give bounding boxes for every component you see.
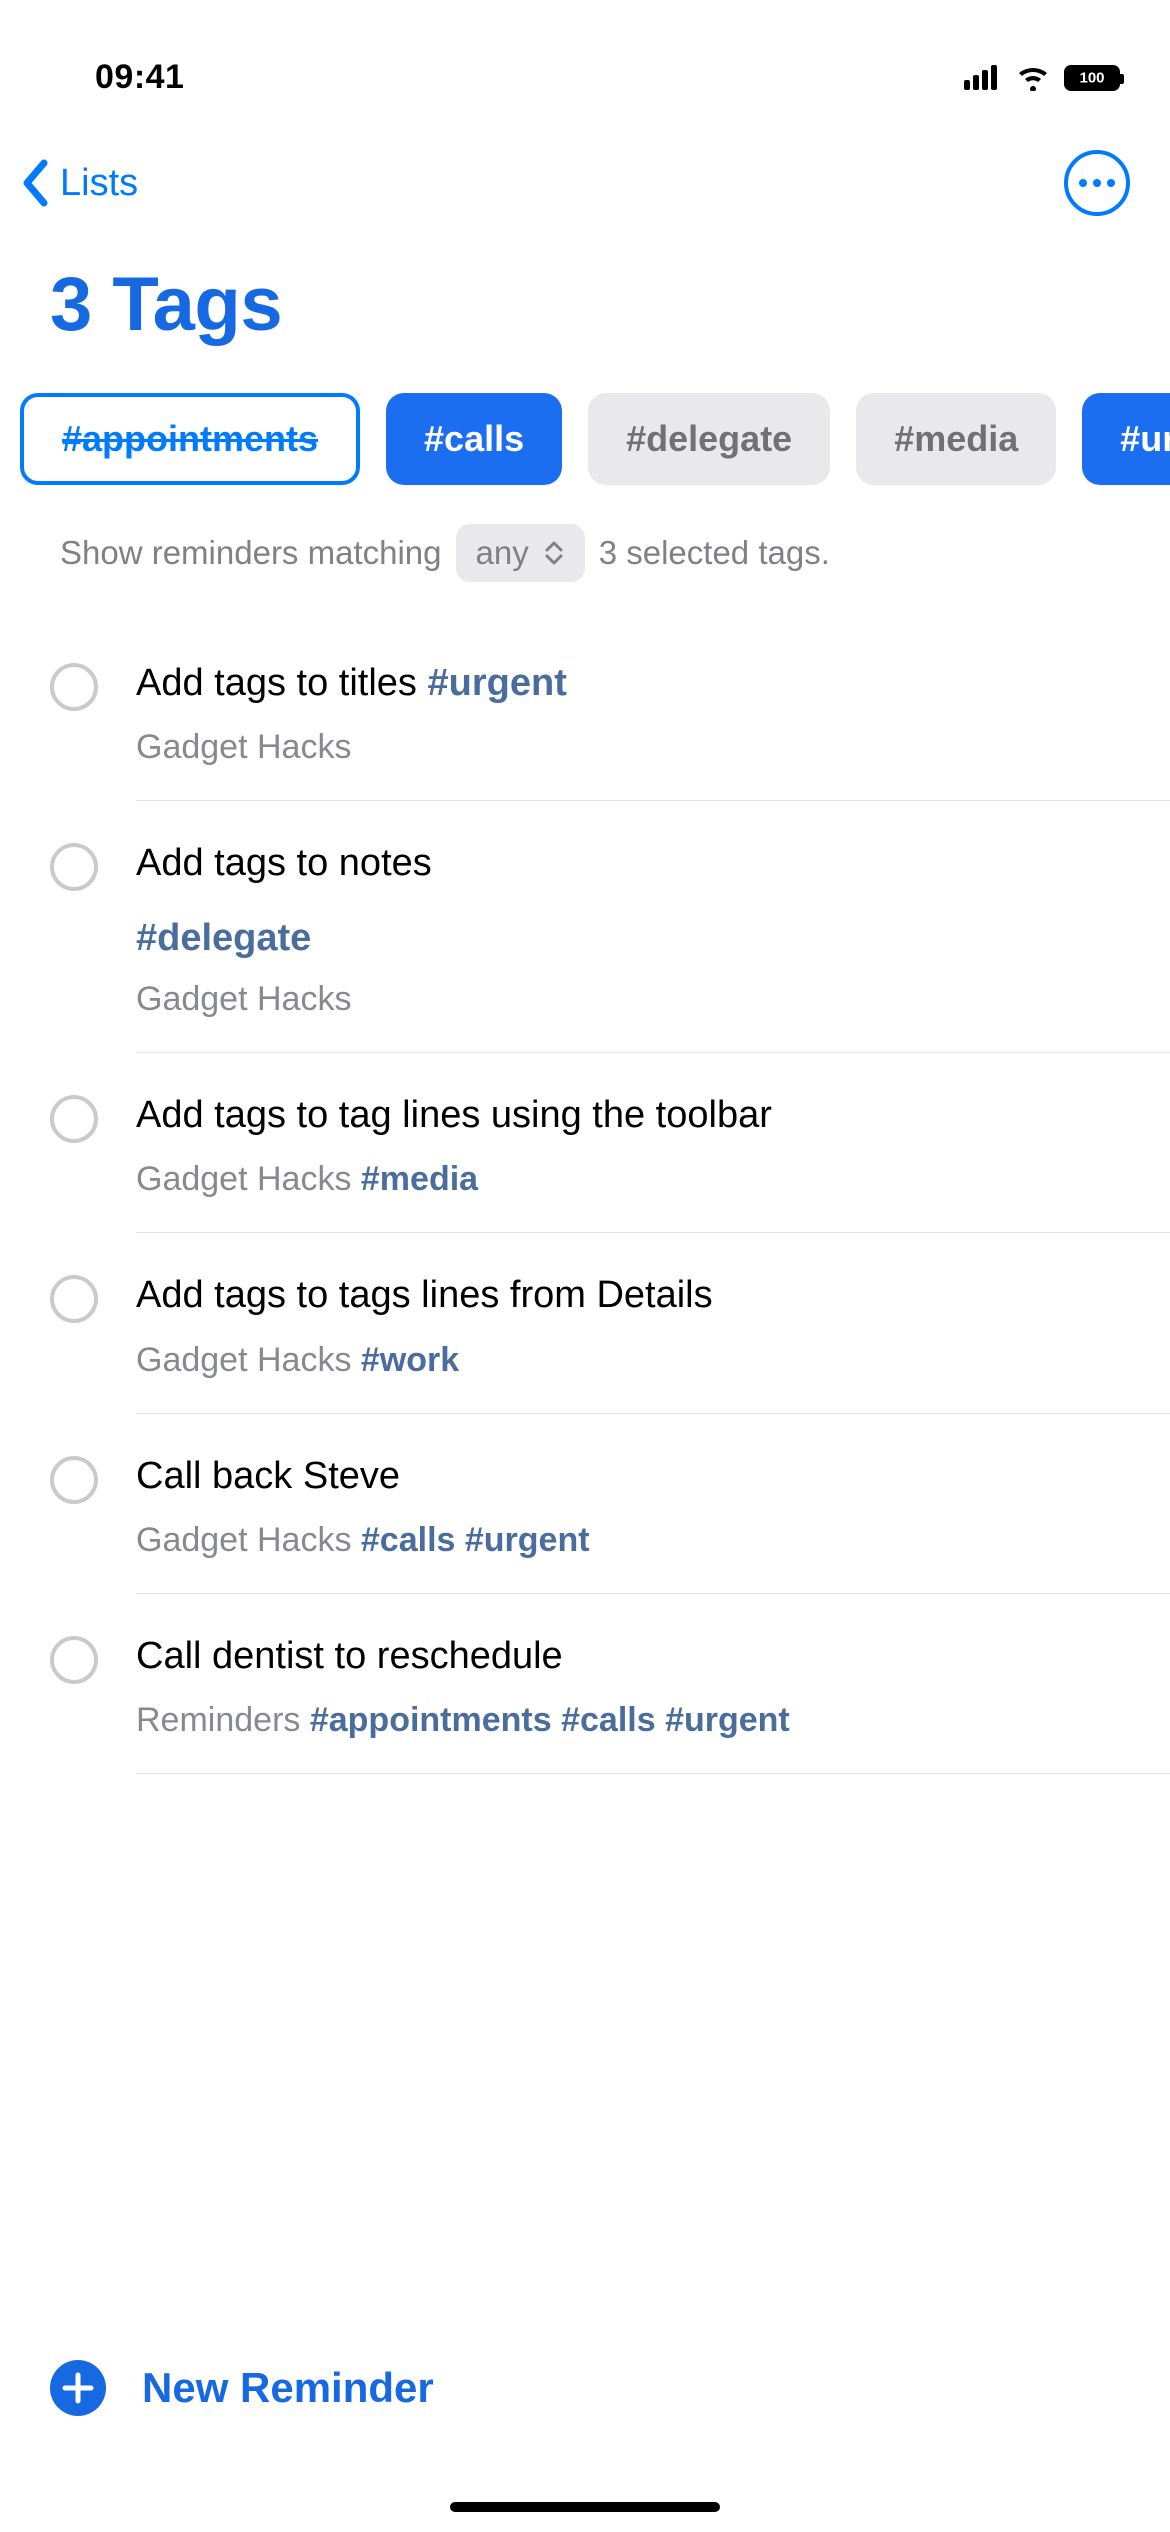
reminder-title: Add tags to notes	[136, 839, 1150, 888]
reminder-title: Add tags to tags lines from Details	[136, 1271, 1150, 1320]
reminder-title: Add tags to tag lines using the toolbar	[136, 1091, 1150, 1140]
new-reminder-label: New Reminder	[142, 2364, 434, 2412]
chevron-up-down-icon	[543, 539, 565, 567]
filter-description: Show reminders matching any 3 selected t…	[0, 500, 1170, 606]
more-options-button[interactable]	[1064, 150, 1130, 216]
reminder-body[interactable]: Add tags to tags lines from Details Gadg…	[136, 1271, 1170, 1413]
tag-chip-delegate[interactable]: #delegate	[588, 393, 830, 485]
filter-mode-value: any	[476, 534, 529, 572]
status-indicators: 100	[964, 65, 1120, 91]
reminder-list-name: Reminders #appointments #calls #urgent	[136, 1701, 1150, 1740]
reminder-checkbox[interactable]	[50, 1636, 98, 1684]
reminder-checkbox[interactable]	[50, 1095, 98, 1143]
reminder-item[interactable]: Add tags to titles #urgent Gadget Hacks	[50, 621, 1170, 801]
reminder-list-name: Gadget Hacks #calls #urgent	[136, 1521, 1150, 1560]
chevron-left-icon	[20, 158, 50, 208]
reminder-list-name: Gadget Hacks #work	[136, 1341, 1150, 1380]
battery-icon: 100	[1064, 65, 1120, 91]
tag-filter-row[interactable]: #appointments #calls #delegate #media #u…	[0, 378, 1170, 500]
reminder-list-name: Gadget Hacks	[136, 980, 1150, 1019]
back-label: Lists	[60, 162, 138, 205]
back-button[interactable]: Lists	[20, 158, 138, 208]
inline-tag: #appointments #calls #urgent	[310, 1701, 790, 1739]
reminder-body[interactable]: Add tags to tag lines using the toolbar …	[136, 1091, 1170, 1233]
reminder-list-name: Gadget Hacks #media	[136, 1160, 1150, 1199]
reminder-body[interactable]: Call back Steve Gadget Hacks #calls #urg…	[136, 1452, 1170, 1594]
reminder-checkbox[interactable]	[50, 1275, 98, 1323]
ellipsis-icon	[1079, 179, 1087, 187]
reminder-title: Call dentist to reschedule	[136, 1632, 1150, 1681]
reminder-note-tag: #delegate	[136, 917, 1150, 960]
status-bar: 09:41 100	[0, 0, 1170, 120]
inline-tag: #work	[361, 1341, 459, 1379]
wifi-icon	[1016, 65, 1050, 91]
reminder-title: Add tags to titles #urgent	[136, 659, 1150, 708]
reminder-body[interactable]: Add tags to notes #delegate Gadget Hacks	[136, 839, 1170, 1052]
status-time: 09:41	[95, 58, 184, 97]
page-title: 3 Tags	[0, 216, 1170, 378]
tag-chip-urgent[interactable]: #urgent	[1082, 393, 1170, 485]
navigation-bar: Lists	[0, 120, 1170, 216]
reminder-body[interactable]: Add tags to titles #urgent Gadget Hacks	[136, 659, 1170, 801]
new-reminder-button[interactable]: New Reminder	[50, 2360, 434, 2416]
inline-tag: #calls #urgent	[361, 1521, 590, 1559]
reminder-list-name: Gadget Hacks	[136, 728, 1150, 767]
reminder-checkbox[interactable]	[50, 663, 98, 711]
filter-prefix: Show reminders matching	[60, 534, 442, 572]
plus-circle-icon	[50, 2360, 106, 2416]
cellular-signal-icon	[964, 66, 1002, 90]
reminder-checkbox[interactable]	[50, 1456, 98, 1504]
reminder-checkbox[interactable]	[50, 843, 98, 891]
filter-mode-selector[interactable]: any	[456, 524, 585, 582]
reminder-body[interactable]: Call dentist to reschedule Reminders #ap…	[136, 1632, 1170, 1774]
tag-chip-appointments[interactable]: #appointments	[20, 393, 360, 485]
reminder-item[interactable]: Add tags to notes #delegate Gadget Hacks	[50, 801, 1170, 1052]
reminder-item[interactable]: Call back Steve Gadget Hacks #calls #urg…	[50, 1414, 1170, 1594]
reminder-title: Call back Steve	[136, 1452, 1150, 1501]
inline-tag: #media	[361, 1160, 478, 1198]
tag-chip-calls[interactable]: #calls	[386, 393, 562, 485]
reminder-item[interactable]: Add tags to tags lines from Details Gadg…	[50, 1233, 1170, 1413]
reminders-list: Add tags to titles #urgent Gadget Hacks …	[0, 606, 1170, 1774]
battery-level: 100	[1079, 69, 1104, 86]
filter-suffix: 3 selected tags.	[599, 534, 830, 572]
home-indicator[interactable]	[450, 2502, 720, 2512]
tag-chip-media[interactable]: #media	[856, 393, 1056, 485]
inline-tag: #urgent	[428, 662, 567, 704]
reminder-item[interactable]: Add tags to tag lines using the toolbar …	[50, 1053, 1170, 1233]
reminder-item[interactable]: Call dentist to reschedule Reminders #ap…	[50, 1594, 1170, 1774]
